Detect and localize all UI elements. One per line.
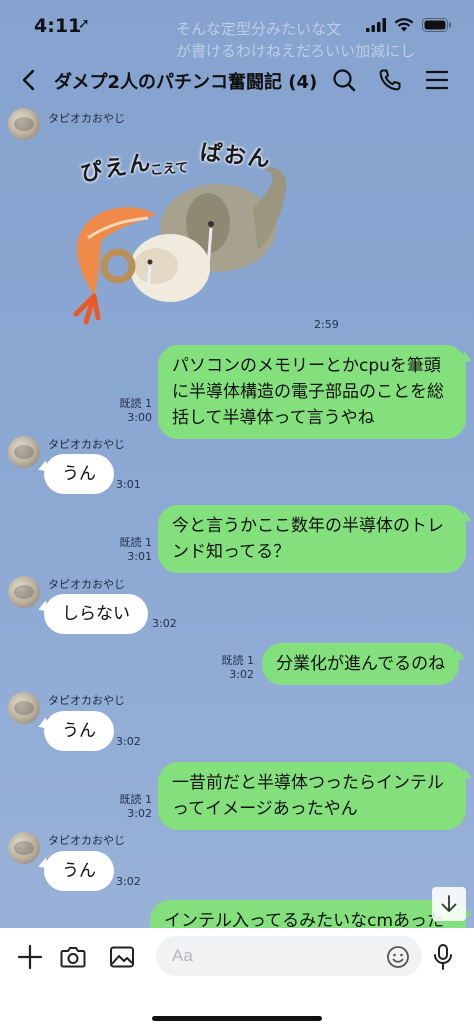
message-meta: 既読 1 3:00 bbox=[108, 397, 153, 425]
message-meta: 既読 1 3:02 bbox=[108, 793, 153, 821]
read-receipt: 既読 1 bbox=[119, 793, 153, 806]
message-line: 今と言うかここ数年の半導体のトレ bbox=[172, 516, 444, 536]
chat-header: ダメプ2人のパチンコ奮闘記 (4) bbox=[0, 54, 474, 106]
plus-icon bbox=[17, 944, 43, 970]
outgoing-message[interactable]: パソコンのメモリーとかcpuを筆頭 に半導体構造の電子部品のことを総 括して半導… bbox=[158, 345, 466, 439]
sender-name: タピオカおやじ bbox=[48, 438, 125, 451]
home-indicator bbox=[152, 1016, 322, 1021]
camera-icon bbox=[60, 947, 86, 968]
menu-button[interactable] bbox=[423, 66, 451, 94]
avatar[interactable] bbox=[8, 832, 40, 864]
sticker[interactable]: ぴえん こえて ぱおん bbox=[58, 128, 308, 328]
gallery-button[interactable] bbox=[107, 942, 137, 972]
location-icon: ➚ bbox=[78, 16, 90, 32]
status-icons bbox=[366, 18, 452, 32]
chat-title[interactable]: ダメプ2人のパチンコ奮闘記 (4) bbox=[54, 68, 317, 94]
message-time: 3:01 bbox=[127, 550, 152, 563]
outgoing-message[interactable]: 一昔前だと半導体つったらインテル ってイメージあったやん bbox=[158, 762, 466, 830]
battery-icon bbox=[422, 18, 451, 32]
message-line: パソコンのメモリーとかcpuを筆頭 bbox=[172, 356, 441, 376]
message-time: 3:02 bbox=[127, 807, 152, 820]
microphone-icon bbox=[434, 944, 452, 970]
message-time: 2:59 bbox=[314, 318, 339, 331]
avatar[interactable] bbox=[8, 692, 40, 724]
incoming-message[interactable]: うん bbox=[44, 851, 114, 891]
add-button[interactable] bbox=[15, 942, 45, 972]
camera-button[interactable] bbox=[58, 942, 88, 972]
outgoing-message[interactable]: 今と言うかここ数年の半導体のトレ ンド知ってる？ bbox=[158, 505, 466, 573]
message-meta: 既読 1 3:01 bbox=[108, 536, 153, 564]
message-time: 3:00 bbox=[127, 411, 152, 424]
message-line: 一昔前だと半導体つったらインテル bbox=[172, 773, 444, 793]
message-time: 3:01 bbox=[116, 478, 141, 491]
image-icon bbox=[110, 946, 134, 968]
voice-input-button[interactable] bbox=[428, 942, 458, 972]
search-icon bbox=[333, 69, 356, 92]
incoming-message[interactable]: しらない bbox=[44, 594, 148, 634]
avatar[interactable] bbox=[8, 108, 40, 140]
message-time: 3:02 bbox=[116, 875, 141, 888]
message-line: に半導体構造の電子部品のことを総 bbox=[172, 382, 444, 402]
read-receipt: 既読 1 bbox=[119, 397, 153, 410]
chevron-left-icon bbox=[22, 69, 35, 91]
message-line: 括して半導体って言うやね bbox=[172, 408, 375, 428]
wifi-icon bbox=[394, 18, 414, 32]
sender-name: タピオカおやじ bbox=[48, 112, 125, 125]
sticker-caption: こえて bbox=[149, 160, 189, 179]
status-time: 4:11 bbox=[34, 15, 82, 37]
incoming-message[interactable]: うん bbox=[44, 711, 114, 751]
message-time: 3:02 bbox=[152, 617, 177, 630]
sender-name: タピオカおやじ bbox=[48, 834, 125, 847]
cellular-signal-icon bbox=[366, 18, 386, 32]
status-bar: 4:11 ➚ そんな定型分みたいな文 が書けるわけねえだろいい加減にし bbox=[0, 0, 474, 60]
sender-name: タピオカおやじ bbox=[48, 694, 125, 707]
read-receipt: 既読 1 bbox=[221, 654, 255, 667]
message-time: 3:02 bbox=[229, 668, 254, 681]
emoji-button[interactable] bbox=[383, 942, 413, 972]
message-time: 3:02 bbox=[116, 735, 141, 748]
hamburger-menu-icon bbox=[426, 70, 448, 90]
message-line: ンド知ってる？ bbox=[172, 542, 291, 562]
outgoing-message[interactable]: 分業化が進んでるのね bbox=[262, 643, 460, 685]
message-line: ってイメージあったやん bbox=[172, 799, 358, 819]
search-button[interactable] bbox=[330, 66, 358, 94]
sender-name: タピオカおやじ bbox=[48, 578, 125, 591]
call-button[interactable] bbox=[376, 66, 404, 94]
scroll-to-bottom-button[interactable] bbox=[432, 887, 466, 921]
arrow-down-icon bbox=[441, 895, 457, 912]
message-meta: 既読 1 3:02 bbox=[210, 654, 255, 682]
back-button[interactable] bbox=[14, 66, 42, 94]
incoming-message[interactable]: うん bbox=[44, 454, 114, 494]
read-receipt: 既読 1 bbox=[119, 536, 153, 549]
phone-icon bbox=[379, 69, 401, 91]
emoji-icon bbox=[387, 946, 409, 968]
message-input-bar bbox=[0, 928, 474, 1024]
chat-screen: 4:11 ➚ そんな定型分みたいな文 が書けるわけねえだろいい加減にし ダメプ2… bbox=[0, 0, 474, 1024]
